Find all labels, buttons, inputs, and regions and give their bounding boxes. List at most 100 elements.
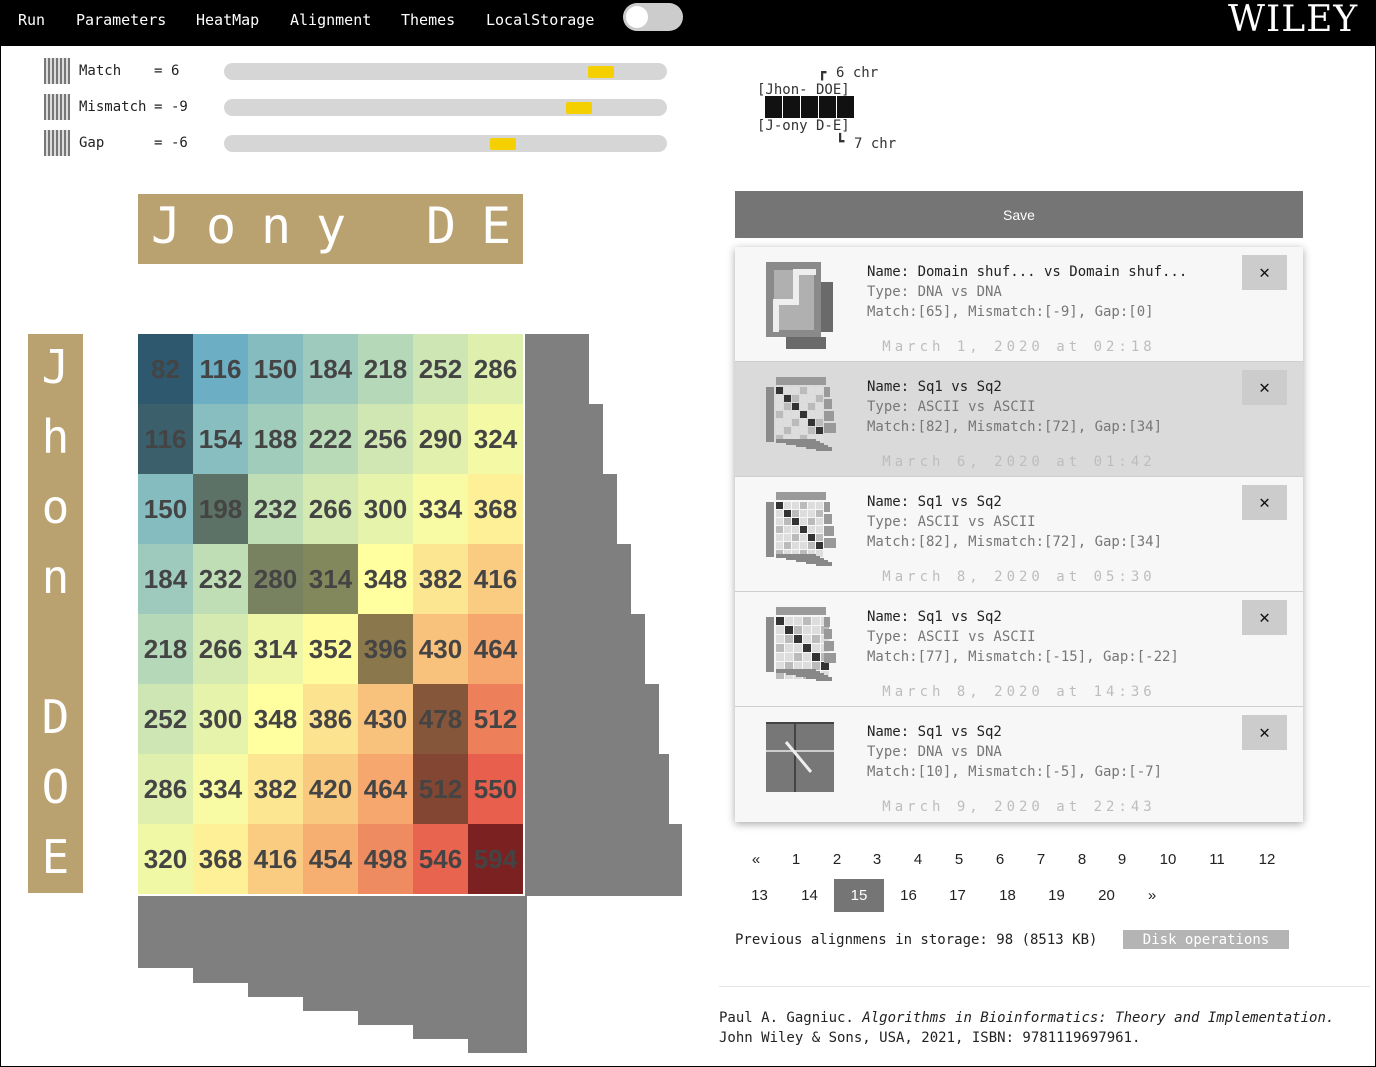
theme-toggle[interactable] — [623, 3, 683, 31]
delete-button[interactable]: ✕ — [1242, 485, 1287, 520]
page-link[interactable]: 19 — [1038, 879, 1075, 912]
page-link[interactable]: 5 — [946, 843, 972, 876]
page-prev[interactable]: « — [742, 843, 770, 876]
page-link[interactable]: 8 — [1069, 843, 1095, 876]
page-link[interactable]: 11 — [1199, 843, 1235, 876]
seq-b-char: h — [41, 410, 70, 464]
heatmap-cell: 464 — [358, 754, 413, 824]
page-link[interactable]: 18 — [989, 879, 1026, 912]
heatmap-cell: 430 — [358, 684, 413, 754]
entry-type: Type: ASCII vs ASCII — [867, 399, 1036, 415]
mismatch-param: Mismatch = -9 — [44, 94, 674, 120]
heatmap-cell: 184 — [138, 544, 193, 614]
history-entry[interactable]: Name: Domain shuf... vs Domain shuf... T… — [735, 247, 1303, 362]
menu-themes[interactable]: Themes — [401, 11, 455, 29]
heatmap-cell: 348 — [248, 684, 303, 754]
page-link-active[interactable]: 15 — [834, 879, 884, 912]
heatmap-cell: 352 — [303, 614, 358, 684]
gap-slider[interactable] — [224, 135, 667, 152]
sequence-b-header: J h o n D O E — [28, 334, 83, 893]
entry-name: Name: Sq1 vs Sq2 — [867, 494, 1002, 510]
mismatch-label: Mismatch — [79, 99, 147, 115]
toggle-knob — [626, 6, 648, 28]
citation-author: Paul A. Gagniuc. — [719, 1010, 854, 1026]
mismatch-grip-icon[interactable] — [44, 94, 70, 120]
heatmap-cell: 314 — [303, 544, 358, 614]
bottom-bracket-icon: ┗ — [836, 134, 845, 150]
menu-alignment[interactable]: Alignment — [290, 11, 371, 29]
heatmap-cell: 324 — [468, 404, 523, 474]
page-link[interactable]: 9 — [1109, 843, 1135, 876]
page-link[interactable]: 6 — [987, 843, 1013, 876]
heatmap-cell: 266 — [193, 614, 248, 684]
gap-slider-thumb[interactable] — [490, 138, 516, 150]
delete-button[interactable]: ✕ — [1242, 600, 1287, 635]
seq-b-char: J — [41, 340, 70, 394]
heatmap-cell: 256 — [358, 404, 413, 474]
entry-date: March 6, 2020 at 01:42 — [882, 454, 1156, 470]
wiley-logo: WILEY — [1228, 0, 1359, 40]
heatmap-cell: 512 — [413, 754, 468, 824]
seq-a-char: n — [260, 197, 292, 255]
match-block — [837, 96, 854, 118]
page-link[interactable]: 3 — [864, 843, 890, 876]
entry-name: Name: Sq1 vs Sq2 — [867, 379, 1002, 395]
divider — [719, 986, 1370, 987]
delete-button[interactable]: ✕ — [1242, 255, 1287, 290]
seq-b-char: O — [41, 760, 70, 814]
match-slider[interactable] — [224, 63, 667, 80]
row-bar — [525, 824, 682, 896]
mismatch-slider-thumb[interactable] — [566, 102, 592, 114]
page-link[interactable]: 16 — [890, 879, 927, 912]
heatmap-cell: 454 — [303, 824, 358, 894]
row-bar — [525, 404, 603, 474]
delete-button[interactable]: ✕ — [1242, 715, 1287, 750]
entry-type: Type: DNA vs DNA — [867, 744, 1002, 760]
menu-localstorage[interactable]: LocalStorage — [486, 11, 594, 29]
match-param: Match = 6 — [44, 58, 674, 84]
heatmap-cell: 334 — [193, 754, 248, 824]
heatmap-cell: 188 — [248, 404, 303, 474]
menu-parameters[interactable]: Parameters — [76, 11, 166, 29]
delete-button[interactable]: ✕ — [1242, 370, 1287, 405]
page-link[interactable]: 2 — [824, 843, 850, 876]
history-entry[interactable]: Name: Sq1 vs Sq2 Type: DNA vs DNA Match:… — [735, 707, 1303, 821]
entry-type: Type: ASCII vs ASCII — [867, 629, 1036, 645]
page-link[interactable]: 17 — [939, 879, 976, 912]
page-link[interactable]: 20 — [1088, 879, 1125, 912]
mismatch-slider[interactable] — [224, 99, 667, 116]
menu-heatmap[interactable]: HeatMap — [196, 11, 259, 29]
aligned-seq-b: [J-ony D-E] — [757, 118, 850, 134]
heatmap-cell: 218 — [358, 334, 413, 404]
history-entry[interactable]: Name: Sq1 vs Sq2 Type: ASCII vs ASCII Ma… — [735, 592, 1303, 707]
entry-date: March 1, 2020 at 02:18 — [882, 339, 1156, 355]
disk-operations-button[interactable]: Disk operations — [1123, 930, 1289, 949]
page-link[interactable]: 13 — [741, 879, 778, 912]
storage-info: Previous alignmens in storage: 98 (8513 … — [735, 932, 1098, 948]
page-link[interactable]: 10 — [1150, 843, 1186, 876]
heatmap-cell: 116 — [138, 404, 193, 474]
history-entry[interactable]: Name: Sq1 vs Sq2 Type: ASCII vs ASCII Ma… — [735, 477, 1303, 592]
mismatch-value: -9 — [171, 99, 188, 115]
gap-grip-icon[interactable] — [44, 130, 70, 156]
heatmap-cell: 348 — [358, 544, 413, 614]
page-link[interactable]: 7 — [1028, 843, 1054, 876]
page-next[interactable]: » — [1138, 879, 1166, 912]
page-link[interactable]: 14 — [791, 879, 828, 912]
history-entry[interactable]: Name: Sq1 vs Sq2 Type: ASCII vs ASCII Ma… — [735, 362, 1303, 477]
page-link[interactable]: 4 — [905, 843, 931, 876]
entry-type: Type: ASCII vs ASCII — [867, 514, 1036, 530]
heatmap-cell: 478 — [413, 684, 468, 754]
menu-run[interactable]: Run — [18, 11, 45, 29]
page-link[interactable]: 12 — [1249, 843, 1285, 876]
match-grip-icon[interactable] — [44, 58, 70, 84]
top-count: 6 chr — [836, 65, 879, 81]
save-button[interactable]: Save — [735, 191, 1303, 238]
column-bar — [413, 896, 468, 1039]
column-bar — [303, 896, 358, 1011]
page-link[interactable]: 1 — [783, 843, 809, 876]
heatmap-cell: 222 — [303, 404, 358, 474]
entry-date: March 8, 2020 at 14:36 — [882, 684, 1156, 700]
match-block — [765, 96, 782, 118]
match-slider-thumb[interactable] — [588, 66, 614, 78]
